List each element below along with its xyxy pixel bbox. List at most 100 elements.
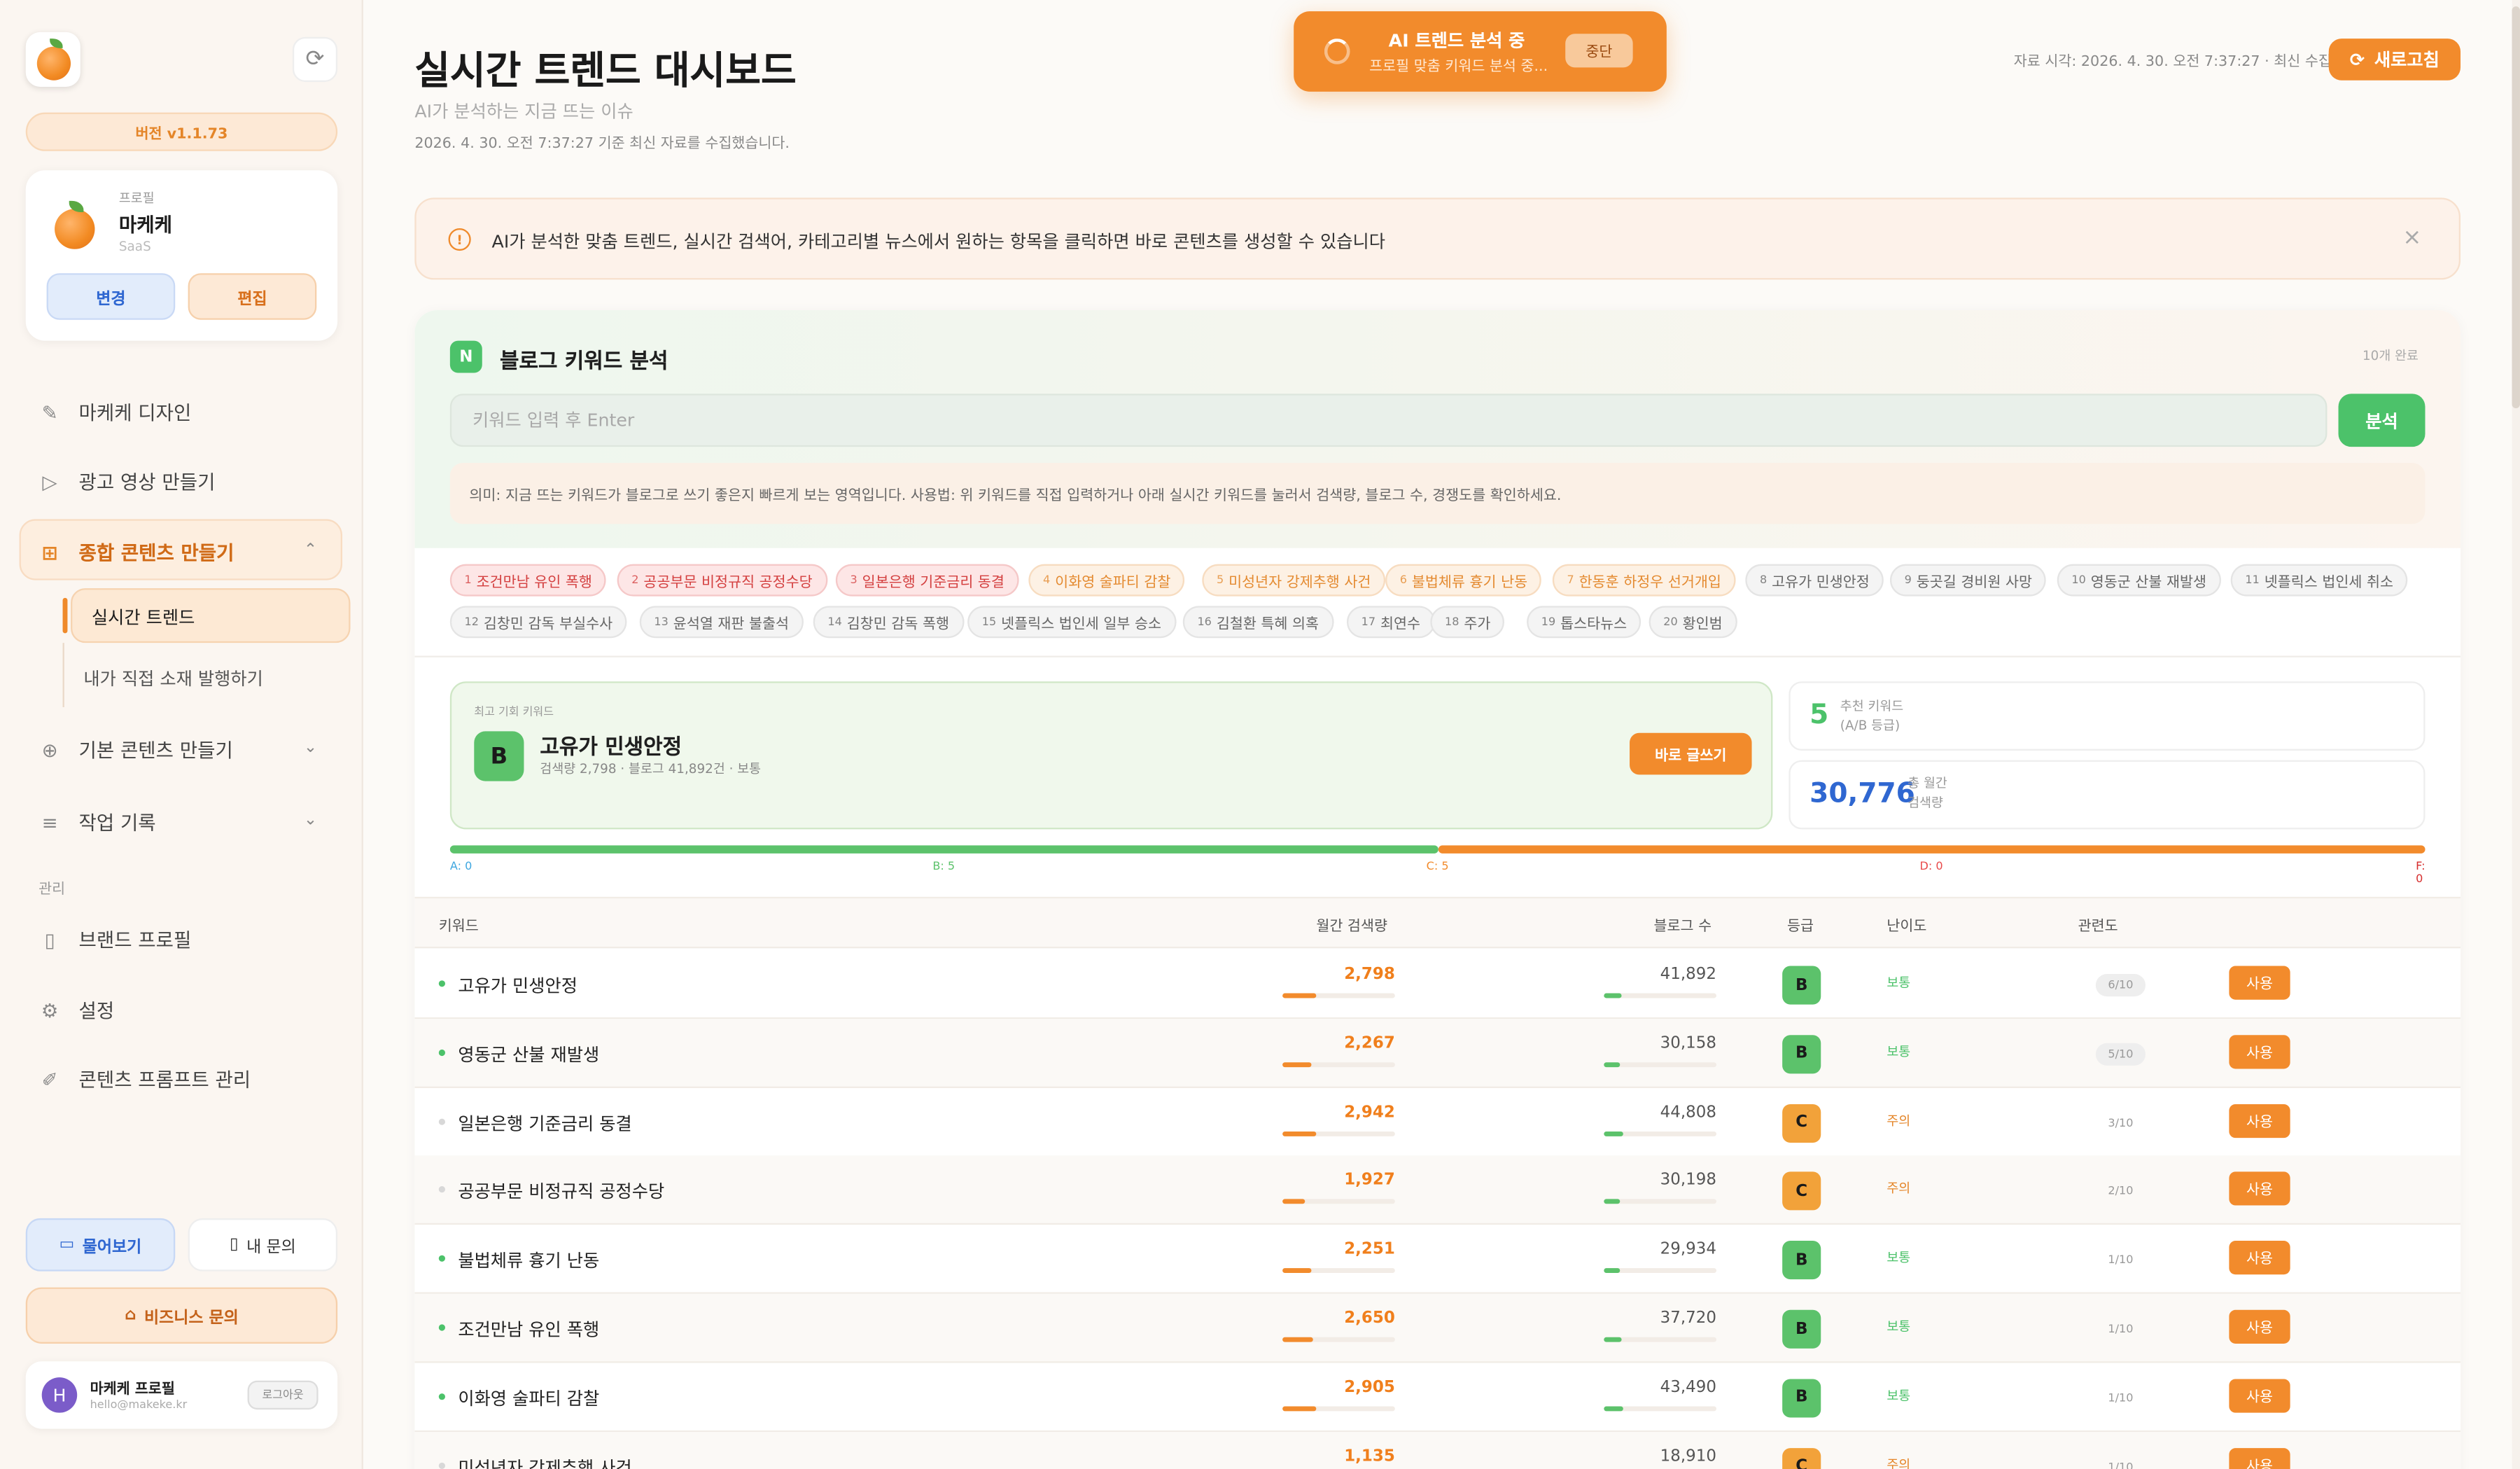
trend-chip[interactable]: 20 황인범: [1648, 606, 1737, 639]
trend-chip[interactable]: 19 톱스타뉴스: [1527, 606, 1642, 639]
chip-label: 조건만남 유인 폭행: [476, 574, 592, 591]
trend-chip[interactable]: 2 공공부문 비정규직 공정수당: [617, 564, 827, 597]
app-root: ⟳ 버전 v1.1.73 프로필 마케케 SaaS 변경 편집 ✎ 마케케 디자…: [0, 0, 2520, 1469]
table-row[interactable]: 불법체류 흉기 난동 2,251 29,934 B 보통 1/10 사용: [414, 1225, 2461, 1295]
scrollbar-thumb[interactable]: [2512, 6, 2520, 409]
trend-chip[interactable]: 1 조건만남 유인 폭행: [449, 564, 607, 597]
trend-chip[interactable]: 9 둥곳길 경비원 사망: [1889, 564, 2047, 597]
use-button[interactable]: 사용: [2229, 1034, 2290, 1068]
blog-count: 18,910: [1660, 1447, 1717, 1465]
nav-label: 내가 직접 소재 발행하기: [83, 668, 263, 690]
subnav-realtime-trend[interactable]: 실시간 트렌드: [92, 604, 195, 630]
blog-bar-fill: [1604, 1406, 1623, 1411]
difficulty-label: 보통: [1886, 1319, 1911, 1335]
version-badge: 버전 v1.1.73: [25, 112, 338, 151]
trend-chip[interactable]: 7 한동훈 하정우 선거개입: [1552, 564, 1736, 597]
chip-rank: 20: [1663, 615, 1678, 629]
status-dot: [438, 1255, 445, 1262]
nav-work-history[interactable]: ≡ 작업 기록: [38, 809, 156, 836]
trend-chip[interactable]: 17 최연수: [1346, 606, 1435, 639]
analyze-button[interactable]: 분석: [2338, 394, 2426, 447]
my-inquiry-button[interactable]: ▯ 내 문의: [188, 1218, 338, 1272]
nav-basic-content[interactable]: ⊕ 기본 콘텐츠 만들기: [38, 736, 233, 763]
nav-prompt-manage[interactable]: ✐ 콘텐츠 프롬프트 관리: [38, 1066, 251, 1093]
nav-makeke-design[interactable]: ✎ 마케케 디자인: [38, 398, 192, 426]
nav-total-content[interactable]: ⊞ 종합 콘텐츠 만들기: [38, 538, 234, 566]
profile-change-button[interactable]: 변경: [46, 273, 176, 320]
relevance-badge: 1/10: [2108, 1391, 2134, 1405]
trend-chip[interactable]: 13 윤석열 재판 불출석: [639, 606, 804, 639]
trend-chip[interactable]: 8 고유가 민생안정: [1745, 564, 1884, 597]
use-button[interactable]: 사용: [2229, 1241, 2290, 1275]
table-row[interactable]: 고유가 민생안정 2,798 41,892 B 보통 6/10 사용: [414, 950, 2461, 1019]
distribution-label: F: 0: [2416, 860, 2426, 886]
use-button[interactable]: 사용: [2229, 1172, 2290, 1206]
trend-chip[interactable]: 4 이화영 술파티 감찰: [1028, 564, 1186, 597]
blog-bar: [1604, 1061, 1717, 1067]
chevron-down-icon[interactable]: ⌄: [304, 739, 317, 757]
chip-rank: 14: [827, 615, 842, 629]
chip-label: 이화영 술파티 감찰: [1055, 574, 1171, 591]
refresh-icon: ⟳: [2349, 49, 2365, 70]
trend-chip[interactable]: 11 넷플릭스 법인세 취소: [2230, 564, 2408, 597]
trend-chip[interactable]: 15 넷플릭스 법인세 일부 승소: [967, 606, 1176, 639]
table-row[interactable]: 미성년자 강제추행 사건 1,135 18,910 C 주의 1/10 사용: [414, 1431, 2461, 1469]
blog-bar-fill: [1604, 1199, 1620, 1205]
trend-chip[interactable]: 14 김창민 감독 폭행: [813, 606, 964, 639]
use-button[interactable]: 사용: [2229, 1309, 2290, 1344]
table-row[interactable]: 영동군 산불 재발생 2,267 30,158 B 보통 5/10 사용: [414, 1018, 2461, 1088]
profile-edit-button[interactable]: 편집: [188, 273, 317, 320]
nav-brand-profile[interactable]: ▯ 브랜드 프로필: [38, 926, 192, 953]
trend-chip[interactable]: 10 영동군 산불 재발생: [2057, 564, 2221, 597]
chip-label: 불법체류 흉기 난동: [1411, 574, 1528, 591]
best-label: 최고 기회 키워드: [474, 705, 554, 719]
trend-chip[interactable]: 12 김창민 감독 부실수사: [449, 606, 627, 639]
nav-label: 브랜드 프로필: [78, 928, 192, 952]
nav-label: 콘텐츠 프롬프트 관리: [78, 1068, 251, 1092]
chip-label: 주가: [1464, 616, 1491, 633]
difficulty-label: 주의: [1886, 1456, 1911, 1469]
use-button[interactable]: 사용: [2229, 1378, 2290, 1413]
business-inquiry-button[interactable]: ⌂ 비즈니스 문의: [25, 1287, 338, 1344]
trend-chip[interactable]: 3 일본은행 기준금리 동결: [835, 564, 1019, 597]
chevron-down-icon[interactable]: ⌄: [304, 812, 317, 829]
app-logo[interactable]: [25, 32, 80, 87]
sidebar-refresh-button[interactable]: ⟳: [292, 36, 338, 83]
table-row[interactable]: 공공부문 비정규직 공정수당 1,927 30,198 C 주의 2/10 사용: [414, 1156, 2461, 1225]
trend-chip[interactable]: 5 미성년자 강제추행 사건: [1202, 564, 1386, 597]
stop-button[interactable]: 중단: [1565, 34, 1633, 68]
subnav-self-publish[interactable]: 내가 직접 소재 발행하기: [83, 665, 262, 691]
trend-chip[interactable]: 6 불법체류 흉기 난동: [1385, 564, 1542, 597]
volume-bar-fill: [1282, 1406, 1317, 1411]
table-row[interactable]: 일본은행 기준금리 동결 2,942 44,808 C 주의 3/10 사용: [414, 1087, 2461, 1157]
use-button[interactable]: 사용: [2229, 1447, 2290, 1469]
page-scrollbar[interactable]: [2512, 0, 2520, 1469]
close-icon[interactable]: ×: [2402, 225, 2421, 251]
ask-button[interactable]: ▭ 물어보기: [25, 1218, 176, 1272]
list-icon: ≡: [41, 811, 58, 834]
th-relevance: 관련도: [2078, 919, 2118, 935]
keyword-name: 조건만남 유인 폭행: [458, 1319, 600, 1341]
chevron-up-icon[interactable]: ⌃: [304, 542, 317, 559]
profile-type: SaaS: [118, 239, 151, 254]
nav-ad-video[interactable]: ▷ 광고 영상 만들기: [38, 468, 216, 495]
blog-bar: [1604, 1406, 1717, 1411]
use-button[interactable]: 사용: [2229, 966, 2290, 1000]
refresh-button[interactable]: ⟳ 새로고침: [2328, 39, 2461, 81]
best-keyword-meta: 검색량 2,798 · 블로그 41,892건 · 보통: [540, 762, 762, 777]
table-row[interactable]: 이화영 술파티 감찰 2,905 43,490 B 보통 1/10 사용: [414, 1363, 2461, 1432]
trend-chip[interactable]: 18 주가: [1430, 606, 1506, 639]
chip-label: 최연수: [1380, 616, 1421, 633]
monthly-volume: 2,798: [1344, 966, 1395, 984]
use-button[interactable]: 사용: [2229, 1104, 2290, 1138]
trend-chip[interactable]: 16 김철환 특혜 의혹: [1182, 606, 1334, 639]
chip-rank: 13: [654, 615, 668, 629]
nav-settings[interactable]: ⚙ 설정: [38, 996, 114, 1024]
table-row[interactable]: 조건만남 유인 폭행 2,650 37,720 B 보통 1/10 사용: [414, 1293, 2461, 1363]
best-grade-badge: B: [474, 731, 524, 781]
write-now-button[interactable]: 바로 글쓰기: [1630, 732, 1752, 775]
logout-button[interactable]: 로그아웃: [247, 1380, 318, 1410]
blog-bar: [1604, 1199, 1717, 1205]
analysis-toast: AI 트렌드 분석 중 프로필 맞춤 키워드 분석 중... 중단: [1294, 11, 1667, 92]
keyword-input[interactable]: [449, 394, 2328, 447]
